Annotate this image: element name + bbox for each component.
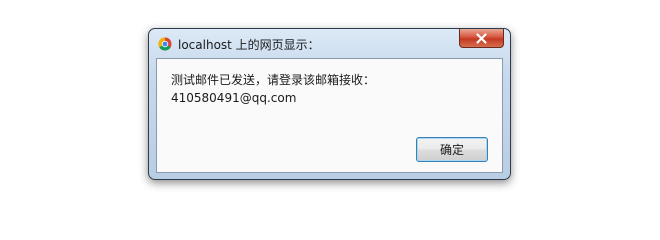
ok-button[interactable]: 确定 (416, 137, 488, 162)
dialog-body: 测试邮件已发送，请登录该邮箱接收： 410580491@qq.com 确定 (156, 58, 503, 173)
title-bar[interactable]: localhost 上的网页显示： (149, 29, 510, 57)
close-button[interactable] (459, 29, 504, 48)
close-icon (476, 32, 487, 44)
chrome-icon (158, 37, 172, 51)
message-line: 测试邮件已发送，请登录该邮箱接收： (171, 73, 376, 87)
dialog-title: localhost 上的网页显示： (178, 38, 320, 52)
dialog-message: 测试邮件已发送，请登录该邮箱接收： 410580491@qq.com (171, 71, 375, 107)
alert-dialog: localhost 上的网页显示： 测试邮件已发送，请登录该邮箱接收： 4105… (148, 28, 511, 180)
message-email: 410580491@qq.com (171, 91, 297, 105)
